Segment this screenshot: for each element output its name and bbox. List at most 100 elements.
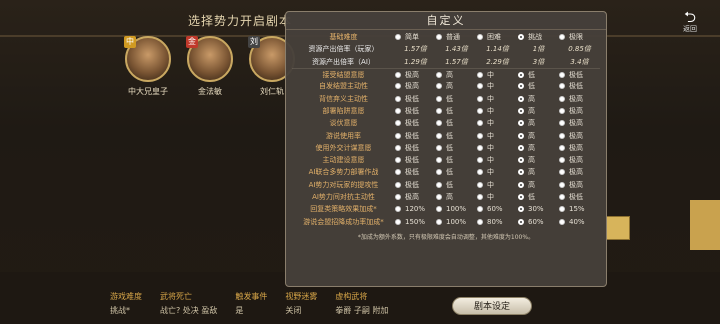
option-label: 中 <box>487 106 494 115</box>
option-radio[interactable]: 极高 <box>559 118 600 128</box>
option-radio[interactable]: 极高 <box>559 143 600 153</box>
option-radio[interactable]: 极高 <box>395 70 436 80</box>
option-radio[interactable]: 中 <box>477 167 518 177</box>
option-label: 中 <box>487 180 494 189</box>
option-radio[interactable]: 普通 <box>436 32 477 42</box>
option-radio[interactable]: 15% <box>559 205 600 213</box>
radio-icon <box>436 120 442 127</box>
option-label: 低 <box>446 106 453 115</box>
option-radio[interactable]: 中 <box>477 70 518 80</box>
option-radio[interactable]: 极低 <box>559 192 600 202</box>
option-radio[interactable]: 高 <box>518 106 559 116</box>
radio-icon <box>436 34 442 41</box>
radio-icon <box>436 83 442 90</box>
option-label: 高 <box>528 106 535 115</box>
option-radio[interactable]: 困难 <box>477 32 518 42</box>
radio-icon <box>395 181 401 188</box>
option-radio[interactable]: 60% <box>477 205 518 213</box>
radio-icon <box>477 71 483 78</box>
option-label: 简单 <box>405 33 419 42</box>
option-group: 简单 普通 困难 挑战 极限 <box>395 32 600 42</box>
option-radio[interactable]: 极限 <box>559 32 600 42</box>
option-radio[interactable]: 极高 <box>395 192 436 202</box>
option-radio[interactable]: 极低 <box>395 155 436 165</box>
back-button[interactable]: ⮌ 返回 <box>678 10 702 34</box>
option-radio[interactable]: 极低 <box>395 118 436 128</box>
option-label: 中 <box>487 94 494 103</box>
option-radio[interactable]: 极高 <box>559 106 600 116</box>
radio-icon <box>436 95 442 102</box>
option-radio[interactable]: 高 <box>436 192 477 202</box>
option-radio[interactable]: 低 <box>436 94 477 104</box>
map-tile[interactable] <box>606 216 630 240</box>
radio-icon <box>395 169 401 176</box>
option-radio[interactable]: 极低 <box>395 106 436 116</box>
option-radio[interactable]: 低 <box>436 143 477 153</box>
option-radio[interactable]: 低 <box>436 155 477 165</box>
option-radio[interactable]: 低 <box>518 192 559 202</box>
option-radio[interactable]: 低 <box>436 180 477 190</box>
option-radio[interactable]: 低 <box>436 167 477 177</box>
option-radio[interactable]: 中 <box>477 192 518 202</box>
option-radio[interactable]: 100% <box>436 205 477 213</box>
option-radio[interactable]: 中 <box>477 180 518 190</box>
rate-values: 1.29倍 1.57倍 2.29倍 3倍 3.4倍 <box>395 57 600 67</box>
option-radio[interactable]: 极低 <box>395 180 436 190</box>
option-radio[interactable]: 120% <box>395 205 436 213</box>
option-radio[interactable]: 高 <box>518 118 559 128</box>
option-radio[interactable]: 高 <box>518 94 559 104</box>
option-label: 高 <box>528 131 535 140</box>
setting-row: AI势力间对抗主动性 极高 高 中 低 极低 <box>292 191 600 203</box>
hero-card[interactable]: 中中大兄皇子 <box>122 36 174 97</box>
option-radio[interactable]: 30% <box>518 205 559 213</box>
option-radio[interactable]: 高 <box>518 131 559 141</box>
option-radio[interactable]: 低 <box>518 70 559 80</box>
option-radio[interactable]: 100% <box>436 218 477 226</box>
option-radio[interactable]: 低 <box>436 106 477 116</box>
option-radio[interactable]: 极高 <box>559 180 600 190</box>
script-settings-button[interactable]: 剧本设定 <box>452 297 532 315</box>
option-radio[interactable]: 极低 <box>559 81 600 91</box>
option-radio[interactable]: 中 <box>477 131 518 141</box>
option-radio[interactable]: 极高 <box>559 94 600 104</box>
option-radio[interactable]: 60% <box>518 218 559 226</box>
option-radio[interactable]: 极高 <box>559 155 600 165</box>
option-radio[interactable]: 高 <box>518 167 559 177</box>
option-radio[interactable]: 低 <box>518 81 559 91</box>
hero-card[interactable]: 金金法敏 <box>184 36 236 97</box>
option-radio[interactable]: 中 <box>477 94 518 104</box>
option-group: 极高 高 中 低 极低 <box>395 70 600 80</box>
option-radio[interactable]: 80% <box>477 218 518 226</box>
option-radio[interactable]: 中 <box>477 81 518 91</box>
option-radio[interactable]: 低 <box>436 118 477 128</box>
option-radio[interactable]: 极低 <box>395 143 436 153</box>
radio-icon <box>395 71 401 78</box>
option-radio[interactable]: 极低 <box>395 131 436 141</box>
option-radio[interactable]: 高 <box>518 155 559 165</box>
option-radio[interactable]: 极低 <box>559 70 600 80</box>
option-radio[interactable]: 中 <box>477 118 518 128</box>
option-radio[interactable]: 150% <box>395 218 436 226</box>
option-radio[interactable]: 中 <box>477 155 518 165</box>
option-radio[interactable]: 中 <box>477 143 518 153</box>
option-radio[interactable]: 极低 <box>395 167 436 177</box>
option-radio[interactable]: 极低 <box>395 94 436 104</box>
radio-icon <box>477 206 483 213</box>
option-radio[interactable]: 极高 <box>559 131 600 141</box>
option-label: 低 <box>528 193 535 201</box>
option-radio[interactable]: 简单 <box>395 32 436 42</box>
option-radio[interactable]: 高 <box>436 70 477 80</box>
option-label: 极高 <box>569 156 583 165</box>
option-radio[interactable]: 高 <box>518 143 559 153</box>
option-radio[interactable]: 极高 <box>395 81 436 91</box>
option-radio[interactable]: 低 <box>436 131 477 141</box>
option-radio[interactable]: 中 <box>477 106 518 116</box>
option-radio[interactable]: 40% <box>559 218 600 226</box>
side-panel-tab[interactable] <box>690 200 720 250</box>
option-label: 极高 <box>569 119 583 128</box>
option-radio[interactable]: 高 <box>436 81 477 91</box>
option-group: 极高 高 中 低 极低 <box>395 81 600 91</box>
option-radio[interactable]: 极高 <box>559 167 600 177</box>
option-radio[interactable]: 挑战 <box>518 32 559 42</box>
option-radio[interactable]: 高 <box>518 180 559 190</box>
